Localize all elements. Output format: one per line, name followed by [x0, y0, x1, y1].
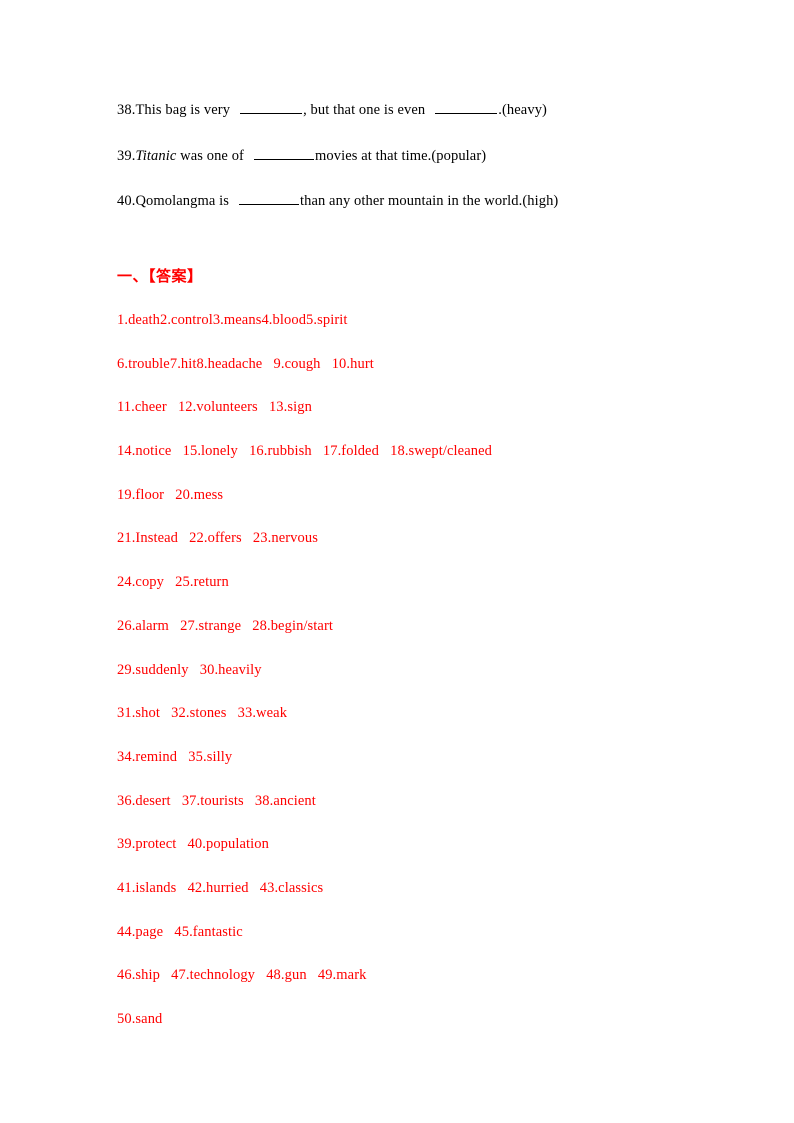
- answer-line: 19.floor 20.mess: [117, 486, 224, 503]
- questions-block: 38.This bag is very , but that one is eve…: [117, 101, 717, 210]
- answer-line: 14.notice 15.lonely 16.rubbish 17.folded…: [117, 443, 492, 460]
- answer-line: 34.remind 35.silly: [117, 748, 233, 765]
- question-40-number: 40.: [117, 193, 136, 210]
- answers-block: 一、【答案】 1.death2.control3.means4.blood5.s…: [117, 268, 717, 1028]
- answer-line: 26.alarm 27.strange 28.begin/start: [117, 617, 334, 634]
- question-38-text-part3: .(heavy): [498, 102, 547, 118]
- question-40-text-part1: Qomolangma is: [135, 193, 229, 210]
- answer-line: 24.copy 25.return: [117, 574, 229, 591]
- answer-line: 41.islands 42.hurried 43.classics: [117, 879, 324, 896]
- answer-line: 44.page 45.fantastic: [117, 923, 243, 940]
- blank-38-2[interactable]: [435, 101, 498, 114]
- answer-line: 39.protect 40.population: [117, 836, 270, 853]
- question-39-text-part2: movies at that time.(popular): [314, 147, 487, 164]
- answer-line: 21.Instead 22.offers 23.nervous: [117, 530, 318, 547]
- answer-line: 46.ship 47.technology 48.gun 49.mark: [117, 967, 367, 984]
- question-40-text-part2: than any other mountain in the world.(hi…: [299, 193, 559, 210]
- question-38: 38.This bag is very , but that one is eve…: [117, 101, 717, 119]
- question-38-number: 38.: [117, 102, 136, 118]
- question-38-text-part1: This bag is very: [135, 102, 231, 118]
- answer-line: 36.desert 37.tourists 38.ancient: [117, 792, 316, 809]
- question-39-number: 39.: [117, 147, 136, 164]
- question-38-text-part2: , but that one is even: [303, 102, 426, 118]
- blank-39-1[interactable]: [253, 147, 314, 160]
- question-40: 40.Qomolangma is than any other mountain …: [117, 192, 717, 210]
- answer-line: 29.suddenly 30.heavily: [117, 661, 262, 678]
- answers-heading: 一、【答案】: [117, 269, 203, 285]
- document-page: 38.This bag is very , but that one is eve…: [0, 0, 794, 1123]
- question-39-italic-title: Titanic: [135, 147, 177, 164]
- question-39-text-part1: was one of: [176, 147, 244, 164]
- answers-list: 1.death2.control3.means4.blood5.spirit 6…: [117, 312, 717, 1028]
- question-39: 39.Titanic was one of movies at that time…: [117, 147, 717, 165]
- answer-line: 50.sand: [117, 1011, 163, 1027]
- blank-38-1[interactable]: [240, 101, 303, 114]
- answer-line: 31.shot 32.stones 33.weak: [117, 705, 288, 722]
- answer-line: 1.death2.control3.means4.blood5.spirit: [117, 312, 348, 328]
- answer-line: 6.trouble7.hit8.headache 9.cough 10.hurt: [117, 355, 374, 372]
- blank-40-1[interactable]: [238, 192, 299, 206]
- answer-line: 11.cheer 12.volunteers 13.sign: [117, 399, 312, 416]
